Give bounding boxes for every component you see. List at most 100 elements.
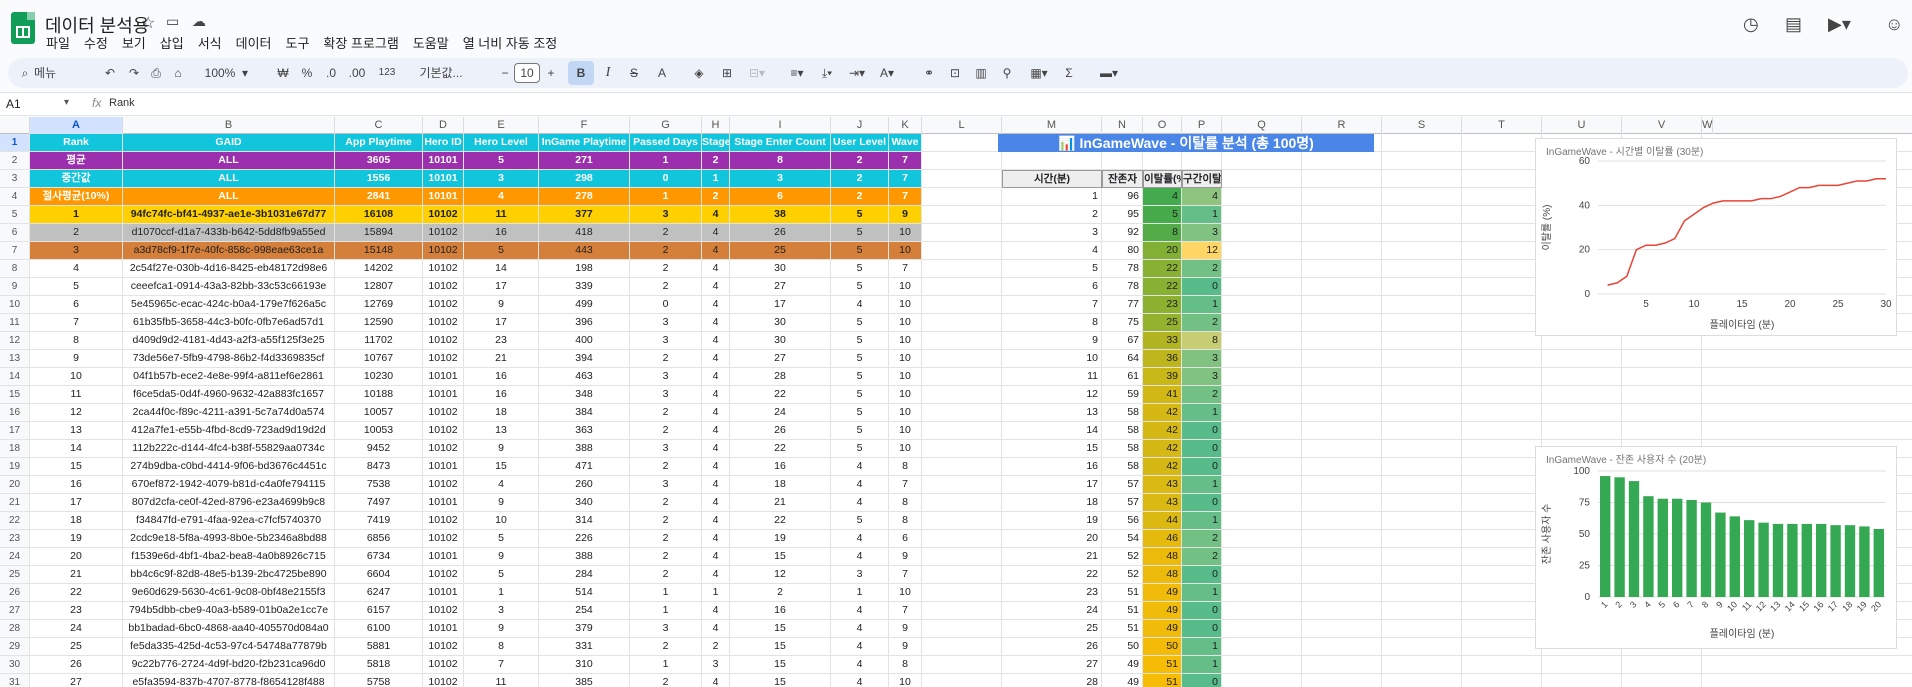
table-row-cell[interactable]: 10102 — [423, 422, 464, 440]
analysis-interval-churn-cell[interactable]: 0 — [1182, 674, 1222, 687]
font-size-input[interactable]: 10 — [514, 63, 540, 83]
menu-search-input[interactable]: 메뉴 — [34, 58, 94, 88]
table-row-cell[interactable]: 2 — [630, 548, 702, 566]
analysis-interval-churn-cell[interactable]: 0 — [1182, 422, 1222, 440]
table-row-cell[interactable]: 4 — [702, 260, 730, 278]
table-row-cell[interactable]: 4 — [30, 260, 123, 278]
table-row-cell[interactable]: 363 — [539, 422, 630, 440]
analysis-interval-churn-cell[interactable]: 2 — [1182, 260, 1222, 278]
table-row-cell[interactable]: 6247 — [335, 584, 423, 602]
analysis-churn-cell[interactable]: 39 — [1143, 368, 1182, 386]
table-row-cell[interactable]: fe5da335-425d-4c53-97c4-54748a77879b — [123, 638, 335, 656]
table-row-cell[interactable]: 10 — [889, 350, 922, 368]
analysis-time-cell[interactable]: 5 — [1002, 260, 1102, 278]
analysis-interval-churn-cell[interactable]: 12 — [1182, 242, 1222, 260]
analysis-survivor-cell[interactable]: 50 — [1102, 638, 1143, 656]
table-row-cell[interactable]: 9e60d629-5630-4c61-9c08-0bf48e2155f3 — [123, 584, 335, 602]
table-row-cell[interactable]: 15 — [464, 458, 539, 476]
analysis-survivor-cell[interactable]: 52 — [1102, 548, 1143, 566]
table-row-cell[interactable]: 5 — [831, 350, 889, 368]
analysis-survivor-cell[interactable]: 49 — [1102, 674, 1143, 687]
table-row-cell[interactable]: 385 — [539, 674, 630, 687]
table-row-cell[interactable]: 3 — [630, 620, 702, 638]
analysis-churn-cell[interactable]: 48 — [1143, 548, 1182, 566]
summary-cell[interactable]: ALL — [123, 152, 335, 170]
table-row-cell[interactable]: 3 — [630, 314, 702, 332]
table-row-cell[interactable]: 10102 — [423, 512, 464, 530]
analysis-survivor-cell[interactable]: 64 — [1102, 350, 1143, 368]
table-row-cell[interactable]: 340 — [539, 494, 630, 512]
cloud-status-icon[interactable]: ☁ — [192, 13, 206, 30]
analysis-churn-cell[interactable]: 8 — [1143, 224, 1182, 242]
table-row-cell[interactable]: 5 — [30, 278, 123, 296]
analysis-time-cell[interactable]: 19 — [1002, 512, 1102, 530]
analysis-survivor-cell[interactable]: 51 — [1102, 602, 1143, 620]
analysis-churn-cell[interactable]: 51 — [1143, 656, 1182, 674]
table-row-cell[interactable]: 10 — [889, 278, 922, 296]
summary-cell[interactable]: 5 — [464, 152, 539, 170]
summary-cell[interactable]: 278 — [539, 188, 630, 206]
menu-tools[interactable]: 도구 — [286, 33, 310, 51]
table-row-cell[interactable]: 412a7fe1-e55b-4fbd-8cd9-723ad9d19d2d — [123, 422, 335, 440]
table-row-cell[interactable]: 10 — [889, 368, 922, 386]
table-row-cell[interactable]: 15894 — [335, 224, 423, 242]
table-row-cell[interactable]: 2 — [630, 458, 702, 476]
table-row-cell[interactable]: 4 — [831, 476, 889, 494]
analysis-interval-churn-cell[interactable]: 2 — [1182, 314, 1222, 332]
table-header-cell[interactable]: Stage — [702, 134, 730, 152]
table-row-cell[interactable]: 10 — [30, 368, 123, 386]
name-box[interactable]: A1 — [6, 97, 21, 111]
column-header-B[interactable]: B — [123, 117, 335, 134]
column-header-F[interactable]: F — [539, 117, 630, 134]
history-icon[interactable]: ◷ — [1743, 14, 1759, 35]
table-row-cell[interactable]: 10102 — [423, 476, 464, 494]
table-row-cell[interactable]: 10 — [889, 674, 922, 687]
summary-cell[interactable]: 7 — [889, 152, 922, 170]
table-row-cell[interactable]: 4 — [464, 476, 539, 494]
table-row-cell[interactable]: 2 — [630, 278, 702, 296]
table-row-cell[interactable]: 8 — [889, 458, 922, 476]
table-row-cell[interactable]: 4 — [831, 656, 889, 674]
table-row-cell[interactable]: 2 — [630, 350, 702, 368]
table-row-cell[interactable]: 260 — [539, 476, 630, 494]
summary-cell[interactable]: 0 — [630, 170, 702, 188]
table-row-cell[interactable]: 11 — [464, 206, 539, 224]
analysis-churn-cell[interactable]: 42 — [1143, 440, 1182, 458]
column-header-N[interactable]: N — [1102, 117, 1143, 134]
summary-cell[interactable]: ALL — [123, 170, 335, 188]
analysis-interval-churn-cell[interactable]: 0 — [1182, 278, 1222, 296]
analysis-survivor-cell[interactable]: 92 — [1102, 224, 1143, 242]
table-row-cell[interactable]: 16 — [30, 476, 123, 494]
analysis-churn-cell[interactable]: 49 — [1143, 620, 1182, 638]
table-row-cell[interactable]: 7 — [889, 476, 922, 494]
analysis-time-cell[interactable]: 22 — [1002, 566, 1102, 584]
table-row-cell[interactable]: 10101 — [423, 494, 464, 512]
table-row-cell[interactable]: 4 — [702, 278, 730, 296]
analysis-churn-cell[interactable]: 49 — [1143, 602, 1182, 620]
table-header-cell[interactable]: GAID — [123, 134, 335, 152]
table-header-cell[interactable]: InGame Playtime — [539, 134, 630, 152]
table-header-cell[interactable]: Hero ID — [423, 134, 464, 152]
table-row-cell[interactable]: 4 — [702, 602, 730, 620]
row-header-1[interactable]: 1 — [0, 134, 30, 152]
summary-cell[interactable]: 평균 — [30, 152, 123, 170]
summary-cell[interactable]: 2 — [831, 188, 889, 206]
table-row-cell[interactable]: 2 — [702, 638, 730, 656]
menu-format[interactable]: 서식 — [198, 33, 222, 51]
analysis-interval-churn-cell[interactable]: 1 — [1182, 512, 1222, 530]
table-row-cell[interactable]: 12 — [30, 404, 123, 422]
input-tools-icon[interactable]: ▬▾ — [1094, 58, 1124, 88]
analysis-header-cell[interactable]: 구간이탈률(%) — [1182, 170, 1222, 188]
row-header-22[interactable]: 22 — [0, 512, 30, 530]
analysis-time-cell[interactable]: 6 — [1002, 278, 1102, 296]
select-all-corner[interactable] — [0, 117, 30, 134]
font-select[interactable]: 기본값... — [412, 58, 470, 88]
table-row-cell[interactable]: 4 — [702, 512, 730, 530]
table-row-cell[interactable]: 2 — [630, 674, 702, 687]
table-row-cell[interactable]: 10102 — [423, 296, 464, 314]
table-row-cell[interactable]: 5 — [831, 314, 889, 332]
table-row-cell[interactable]: 73de56e7-5fb9-4798-86b2-f4d3369835cf — [123, 350, 335, 368]
move-folder-icon[interactable]: ▭ — [166, 13, 179, 30]
table-row-cell[interactable]: 15 — [730, 638, 831, 656]
table-row-cell[interactable]: bb1badad-6bc0-4868-aa40-405570d084a0 — [123, 620, 335, 638]
